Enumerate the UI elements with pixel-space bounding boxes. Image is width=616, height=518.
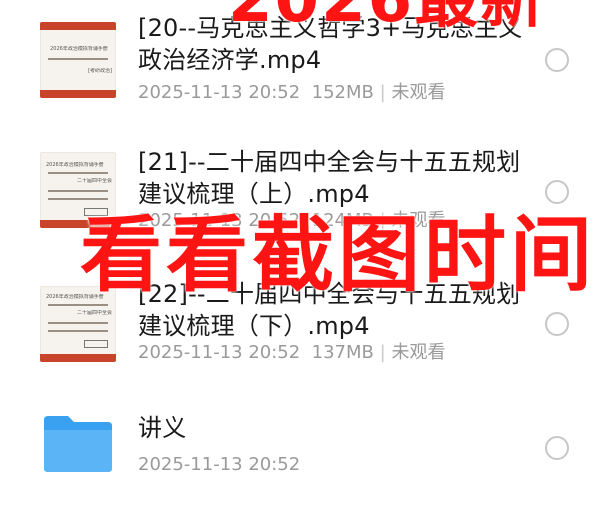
file-date: 2025-11-13 20:52: [138, 82, 301, 103]
thumbnail-subtext: 二十届四中全会: [76, 310, 112, 316]
folder-name: 讲义: [138, 414, 187, 442]
file-meta: 2025-11-13 20:52 152MB | 未观看: [138, 82, 558, 104]
select-radio[interactable]: [545, 312, 569, 336]
watch-status: 未观看: [391, 342, 446, 363]
file-meta: 2025-11-13 20:52 137MB | 未观看: [138, 342, 558, 364]
thumbnail-subtext: 二十届四中全会: [76, 178, 112, 184]
thumbnail-text: 2026年政治模拟背诵手册: [46, 162, 104, 168]
meta-separator: |: [379, 82, 386, 103]
select-radio[interactable]: [545, 48, 569, 72]
file-date: 2025-11-13 20:52: [138, 342, 301, 363]
thumbnail-subtext: [考研政治]: [88, 68, 112, 74]
overlay-caption-top: 2026最新: [228, 0, 547, 37]
thumbnail-text: 2026年政治模拟背诵手册: [50, 46, 108, 52]
select-radio[interactable]: [545, 436, 569, 460]
folder-icon: [44, 416, 112, 472]
file-size: 152MB: [311, 82, 374, 103]
watch-status: 未观看: [391, 82, 446, 103]
overlay-caption-main: 看看截图时间: [80, 208, 597, 303]
meta-separator: |: [379, 342, 386, 363]
file-size: 137MB: [311, 342, 374, 363]
video-thumbnail: 2026年政治模拟背诵手册 [考研政治]: [40, 22, 116, 98]
folder-item[interactable]: 讲义 2025-11-13 20:52: [0, 398, 616, 518]
folder-date: 2025-11-13 20:52: [138, 454, 301, 475]
